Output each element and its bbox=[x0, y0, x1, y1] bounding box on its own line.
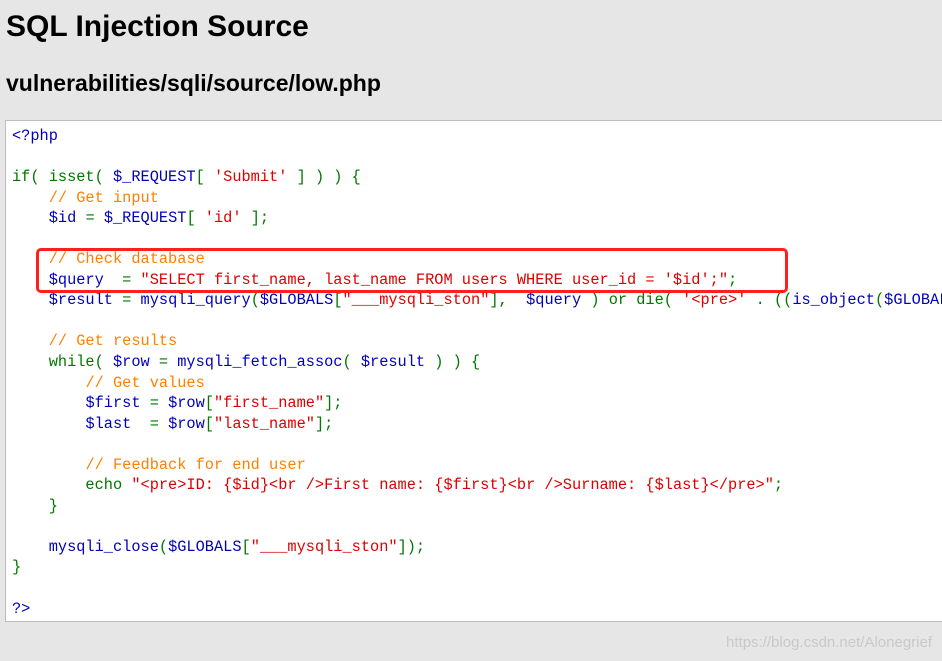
code-token: . (( bbox=[746, 291, 793, 310]
code-token: $id bbox=[48, 209, 77, 228]
code-token: <?php bbox=[12, 127, 58, 145]
code-token: // Feedback for end user bbox=[85, 455, 306, 474]
code-token: $result bbox=[48, 291, 113, 310]
code-token: ( bbox=[342, 353, 361, 372]
code-token: echo bbox=[12, 476, 132, 495]
source-file-path: vulnerabilities/sqli/source/low.php bbox=[6, 70, 381, 96]
code-line: ?> bbox=[12, 599, 942, 620]
code-token: mysqli_fetch_assoc bbox=[177, 353, 343, 372]
code-token: = bbox=[131, 414, 169, 433]
code-token: $_REQUEST bbox=[103, 209, 187, 228]
code-line: <?php bbox=[12, 126, 942, 147]
code-line: if( isset( $_REQUEST[ 'Submit' ] ) ) { bbox=[12, 167, 942, 188]
code-token: $last bbox=[85, 414, 132, 433]
code-token: ) ) { bbox=[425, 353, 481, 372]
code-token: ] ) ) { bbox=[287, 168, 361, 187]
code-token: ?> bbox=[12, 599, 31, 618]
code-token: // Get results bbox=[48, 332, 178, 351]
code-token: $first bbox=[85, 394, 141, 413]
code-token: [ bbox=[204, 394, 214, 413]
code-line: // Get input bbox=[12, 188, 942, 209]
code-token: "last_name" bbox=[213, 414, 315, 433]
code-line: echo "<pre>ID: {$id}<br />First name: {$… bbox=[12, 475, 942, 496]
code-token: // Get input bbox=[48, 188, 159, 207]
code-line: } bbox=[12, 557, 942, 578]
code-token: } bbox=[12, 558, 22, 577]
code-token: $row bbox=[168, 414, 205, 433]
code-token: ]); bbox=[397, 537, 426, 556]
code-token: ]; bbox=[324, 394, 343, 413]
code-token: "<pre>ID: {$id}<br />First name: {$first… bbox=[131, 476, 774, 495]
code-line: while( $row = mysqli_fetch_assoc( $resul… bbox=[12, 352, 942, 373]
code-token: ], bbox=[489, 291, 527, 310]
code-token: "first_name" bbox=[213, 394, 325, 413]
code-token: "___mysqli_ston" bbox=[342, 291, 490, 310]
query-highlight-box bbox=[36, 248, 788, 293]
code-token: $result bbox=[360, 353, 426, 372]
code-token: = bbox=[140, 394, 169, 413]
code-line: mysqli_close($GLOBALS["___mysqli_ston"])… bbox=[12, 537, 942, 558]
code-line: } bbox=[12, 496, 942, 517]
code-line: $id = $_REQUEST[ 'id' ]; bbox=[12, 208, 942, 229]
code-token: [ bbox=[241, 537, 251, 556]
code-token: while( bbox=[12, 353, 113, 372]
source-code-box: <?php if( isset( $_REQUEST[ 'Submit' ] )… bbox=[5, 120, 942, 622]
code-token: ( bbox=[874, 291, 885, 310]
code-line: // Get values bbox=[12, 373, 942, 394]
code-token: $row bbox=[168, 394, 205, 413]
code-token: 'Submit' bbox=[213, 168, 288, 187]
code-token: is_object bbox=[792, 291, 875, 310]
code-token: = bbox=[76, 209, 104, 228]
code-token: "___mysqli_ston" bbox=[250, 537, 398, 556]
php-source-code: <?php if( isset( $_REQUEST[ 'Submit' ] )… bbox=[12, 126, 942, 619]
code-token: if( isset( bbox=[12, 168, 113, 187]
code-token: [ bbox=[204, 414, 214, 433]
code-token: $_REQUEST bbox=[112, 168, 196, 187]
page-title: SQL Injection Source bbox=[6, 10, 309, 43]
code-token: ; bbox=[773, 476, 784, 495]
code-token: $GLOBALS bbox=[168, 537, 242, 556]
code-token: $query bbox=[526, 291, 582, 310]
watermark: https://blog.csdn.net/Alonegrief bbox=[726, 634, 932, 651]
code-token: = bbox=[112, 291, 141, 310]
code-line: // Get results bbox=[12, 331, 942, 352]
code-line: $result = mysqli_query($GLOBALS["___mysq… bbox=[12, 290, 942, 311]
code-line: $last = $row["last_name"]; bbox=[12, 414, 942, 435]
code-token: = bbox=[149, 353, 178, 372]
code-token: mysqli_query bbox=[140, 291, 251, 310]
code-token: ]; bbox=[314, 414, 334, 433]
code-line: $first = $row["first_name"]; bbox=[12, 393, 942, 414]
code-token: $row bbox=[112, 353, 150, 372]
code-token: mysqli_close bbox=[48, 537, 159, 556]
code-token: '<pre>' bbox=[682, 291, 747, 310]
code-token: // Get values bbox=[85, 373, 205, 392]
code-token: $GLOBALS bbox=[884, 291, 942, 310]
code-token: [ bbox=[186, 209, 205, 228]
code-token: [ bbox=[195, 168, 214, 187]
code-line: // Feedback for end user bbox=[12, 455, 942, 476]
code-token: [ bbox=[333, 291, 343, 310]
code-token: ]; bbox=[241, 209, 270, 228]
code-token: $GLOBALS bbox=[259, 291, 334, 310]
code-token: ( bbox=[158, 537, 169, 556]
code-token: 'id' bbox=[204, 209, 242, 228]
code-token: } bbox=[12, 496, 58, 515]
code-token: ( bbox=[250, 291, 260, 310]
code-token: ) or die( bbox=[581, 291, 683, 310]
